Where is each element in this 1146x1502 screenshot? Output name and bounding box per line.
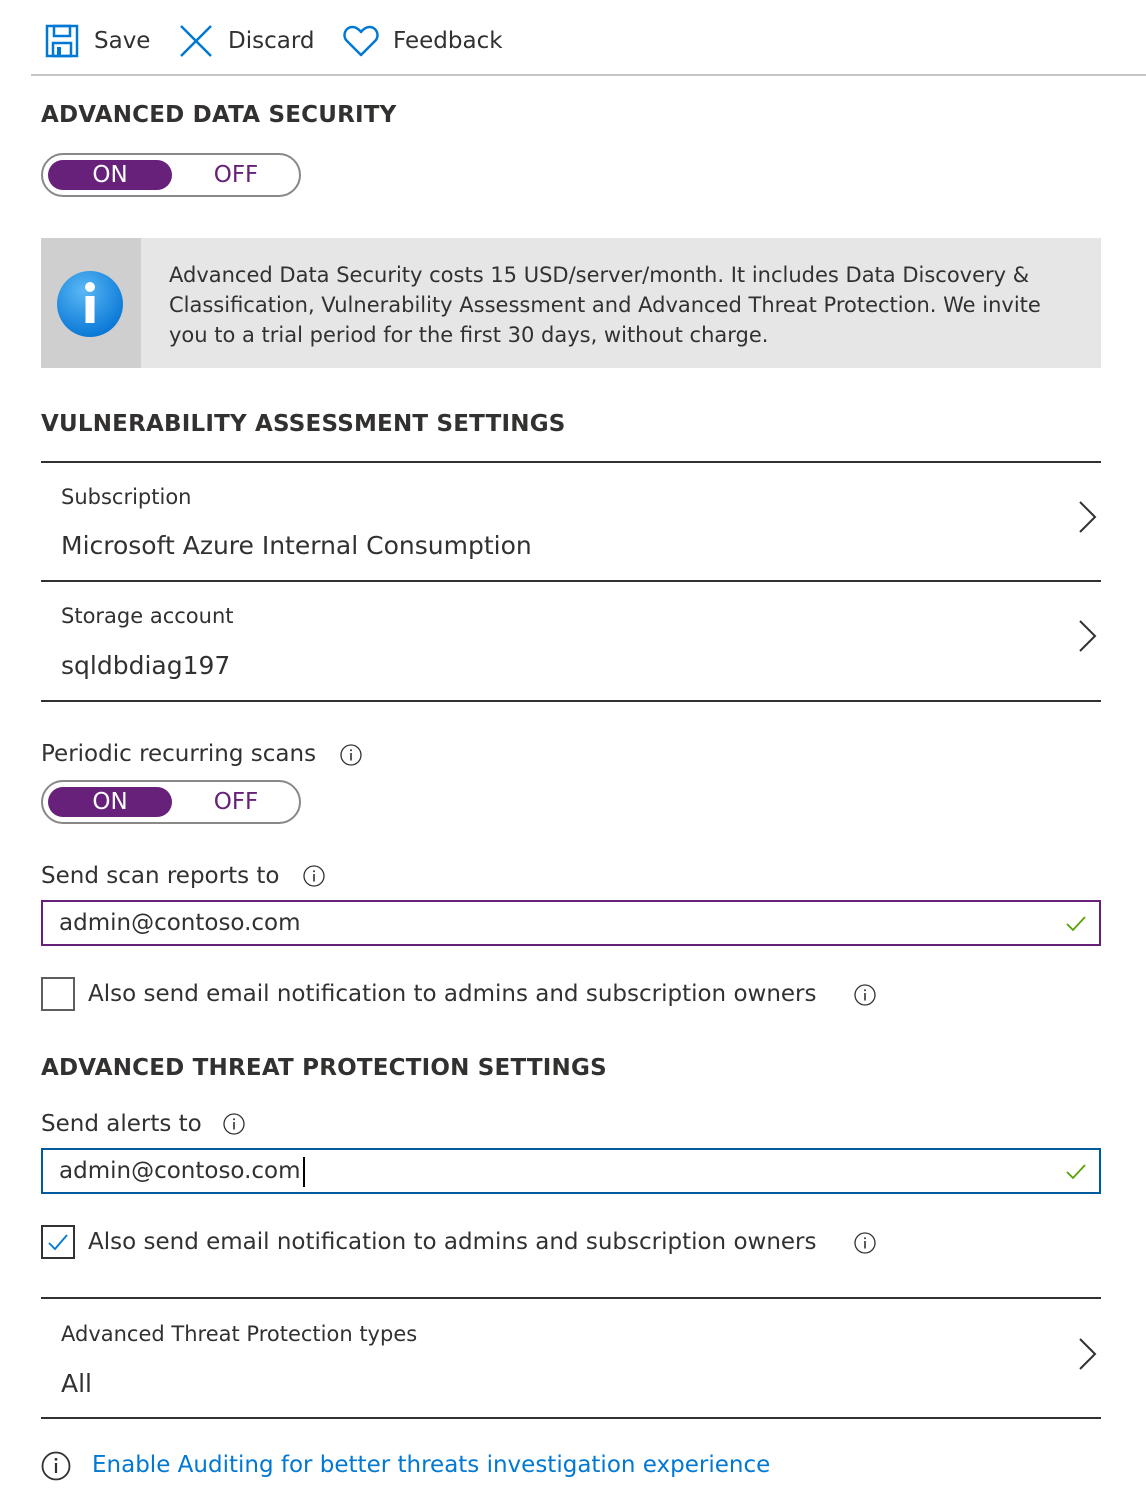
- toolbar-divider: [31, 74, 1146, 76]
- alerts-notify-checkbox[interactable]: [41, 1225, 75, 1259]
- valid-check-icon: [1065, 912, 1087, 934]
- toggle-off-option[interactable]: OFF: [173, 787, 299, 817]
- subscription-value: Microsoft Azure Internal Consumption: [61, 531, 532, 560]
- info-circle-icon[interactable]: [223, 1113, 245, 1135]
- scan-notify-label: Also send email notification to admins a…: [88, 981, 817, 1007]
- send-alerts-field[interactable]: [41, 1148, 1101, 1194]
- send-scan-reports-field[interactable]: [41, 900, 1101, 946]
- storage-account-row[interactable]: Storage account sqldbdiag197: [41, 582, 1101, 700]
- periodic-scans-toggle[interactable]: ON OFF: [41, 780, 301, 824]
- feedback-button[interactable]: Feedback: [343, 20, 503, 62]
- chevron-right-icon: [1074, 618, 1100, 654]
- storage-account-value: sqldbdiag197: [61, 651, 231, 680]
- send-alerts-input[interactable]: [59, 1150, 1039, 1192]
- discard-button[interactable]: Discard: [178, 20, 314, 62]
- info-banner-text: Advanced Data Security costs 15 USD/serv…: [169, 263, 1041, 347]
- info-circle-icon[interactable]: [340, 744, 362, 766]
- subscription-label: Subscription: [61, 485, 192, 509]
- enable-auditing-link[interactable]: Enable Auditing for better threats inves…: [92, 1452, 770, 1478]
- text-cursor: [303, 1157, 305, 1187]
- info-banner-icon-area: [41, 238, 141, 368]
- scan-notify-checkbox[interactable]: [41, 977, 75, 1011]
- advanced-data-security-toggle[interactable]: ON OFF: [41, 153, 301, 197]
- divider: [41, 1417, 1101, 1419]
- chevron-right-icon: [1074, 499, 1100, 535]
- alerts-notify-label: Also send email notification to admins a…: [88, 1229, 817, 1255]
- feedback-label: Feedback: [393, 28, 503, 54]
- info-circle-icon: [41, 1451, 71, 1485]
- chevron-right-icon: [1074, 1336, 1100, 1372]
- close-icon: [178, 23, 214, 59]
- info-circle-icon[interactable]: [303, 865, 325, 887]
- periodic-scans-label: Periodic recurring scans: [41, 741, 317, 767]
- send-scan-reports-input[interactable]: [59, 902, 1039, 944]
- threat-protection-types-row[interactable]: Advanced Threat Protection types All: [41, 1299, 1101, 1417]
- info-banner: Advanced Data Security costs 15 USD/serv…: [41, 238, 1101, 368]
- toggle-on-option[interactable]: ON: [48, 787, 172, 817]
- toggle-off-option[interactable]: OFF: [173, 160, 299, 190]
- toggle-on-option[interactable]: ON: [48, 160, 172, 190]
- info-circle-icon[interactable]: [854, 984, 876, 1006]
- info-icon: [55, 269, 125, 343]
- save-label: Save: [94, 28, 151, 54]
- threat-types-label: Advanced Threat Protection types: [61, 1322, 418, 1346]
- heart-icon: [343, 24, 379, 58]
- save-button[interactable]: Save: [44, 20, 150, 62]
- discard-label: Discard: [228, 28, 315, 54]
- advanced-data-security-title: ADVANCED DATA SECURITY: [41, 102, 397, 128]
- info-circle-icon[interactable]: [854, 1232, 876, 1254]
- send-scan-reports-label: Send scan reports to: [41, 863, 280, 889]
- subscription-row[interactable]: Subscription Microsoft Azure Internal Co…: [41, 463, 1101, 580]
- checkmark-icon: [47, 1231, 69, 1257]
- divider: [41, 700, 1101, 702]
- storage-account-label: Storage account: [61, 604, 234, 628]
- send-alerts-label: Send alerts to: [41, 1111, 202, 1137]
- valid-check-icon: [1065, 1160, 1087, 1182]
- threat-types-value: All: [61, 1369, 92, 1398]
- save-icon: [44, 23, 80, 59]
- vulnerability-assessment-title: VULNERABILITY ASSESSMENT SETTINGS: [41, 411, 566, 437]
- threat-protection-title: ADVANCED THREAT PROTECTION SETTINGS: [41, 1055, 607, 1081]
